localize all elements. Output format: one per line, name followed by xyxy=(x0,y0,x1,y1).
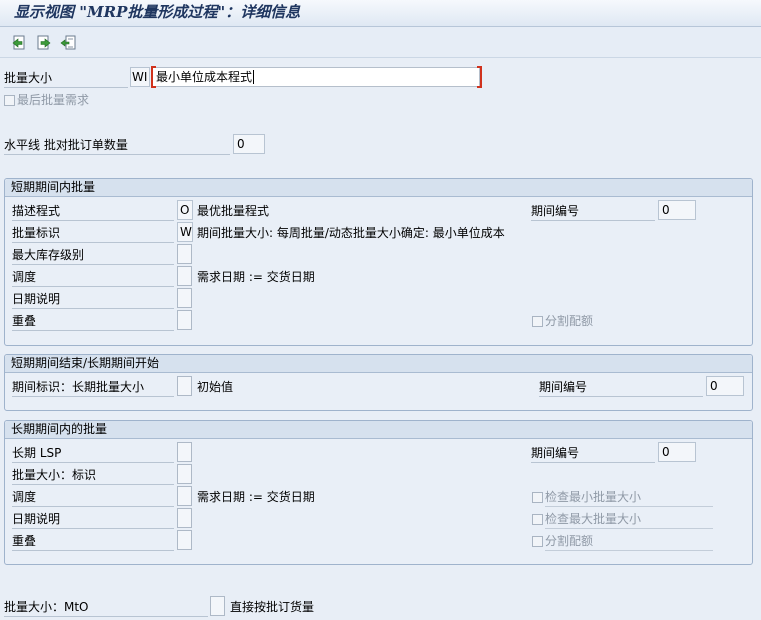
long-period-num-field[interactable]: 0 xyxy=(658,442,696,462)
long-scheduling-label: 调度 xyxy=(12,488,174,507)
next-entry-icon[interactable] xyxy=(34,33,54,53)
scheduling-field[interactable] xyxy=(177,266,192,286)
check-max-checkbox[interactable] xyxy=(532,514,543,525)
mto-field[interactable] xyxy=(210,596,225,616)
long-period-num-label: 期间编号 xyxy=(531,444,655,463)
period-num-label: 期间编号 xyxy=(531,202,655,221)
lot-ind-field[interactable] xyxy=(177,464,192,484)
transition-period-num-label: 期间编号 xyxy=(539,378,703,397)
check-min-checkbox[interactable] xyxy=(532,492,543,503)
check-max-label: 检查最大批量大小 xyxy=(545,510,713,529)
last-lot-label: 最后批量需求 xyxy=(17,93,90,107)
toolbar xyxy=(0,27,761,58)
previous-entry-icon[interactable] xyxy=(9,33,29,53)
overlap-label: 重叠 xyxy=(12,312,174,331)
indicator-label: 批量标识 xyxy=(12,224,174,243)
window-title: 显示视图 "MRP批量形成过程"：详细信息 xyxy=(14,3,301,21)
lot-size-text-field[interactable]: 最小单位成本程式 xyxy=(152,67,480,87)
other-entry-icon[interactable] xyxy=(58,33,78,53)
long-term-group-title: 长期期间内的批量 xyxy=(5,421,752,439)
long-date-spec-field[interactable] xyxy=(177,508,192,528)
date-spec-field[interactable] xyxy=(177,288,192,308)
proc-text: 最优批量程式 xyxy=(197,204,270,218)
long-scheduling-text: 需求日期 := 交货日期 xyxy=(197,490,315,504)
period-num-field[interactable]: 0 xyxy=(658,200,696,220)
transition-period-num-field[interactable]: 0 xyxy=(706,376,744,396)
initial-value-label: 初始值 xyxy=(197,380,234,394)
proc-field[interactable]: O xyxy=(177,200,193,220)
period-indicator-field[interactable] xyxy=(177,376,192,396)
direct-order-label: 直接按批订货量 xyxy=(230,600,315,614)
long-split-quota-checkbox[interactable] xyxy=(532,536,543,547)
horizon-value-field[interactable]: 0 xyxy=(233,134,265,154)
long-overlap-field[interactable] xyxy=(177,530,192,550)
lsp-field[interactable] xyxy=(177,442,192,462)
lot-size-code-field[interactable]: WI xyxy=(130,67,150,87)
period-indicator-label: 期间标识：长期批量大小 xyxy=(12,378,174,397)
long-overlap-label: 重叠 xyxy=(12,532,174,551)
horizon-label: 水平线 批对批订单数量 xyxy=(4,136,230,155)
scheduling-label: 调度 xyxy=(12,268,174,287)
proc-label: 描述程式 xyxy=(12,202,174,221)
max-stock-label: 最大库存级别 xyxy=(12,246,174,265)
short-term-group-title: 短期期间内批量 xyxy=(5,179,752,197)
focus-bracket-right xyxy=(477,66,482,88)
transition-group-title: 短期期间结束/长期期间开始 xyxy=(5,355,752,373)
lot-size-label: 批量大小 xyxy=(4,69,128,88)
max-stock-field[interactable] xyxy=(177,244,192,264)
focus-bracket-left xyxy=(151,66,156,88)
check-min-label: 检查最小批量大小 xyxy=(545,488,713,507)
date-spec-label: 日期说明 xyxy=(12,290,174,309)
long-scheduling-field[interactable] xyxy=(177,486,192,506)
split-quota-checkbox[interactable] xyxy=(532,316,543,327)
indicator-text: 期间批量大小: 每周批量/动态批量大小确定: 最小单位成本 xyxy=(197,226,505,240)
split-quota-label: 分割配额 xyxy=(545,314,594,328)
last-lot-checkbox[interactable] xyxy=(4,95,15,106)
long-date-spec-label: 日期说明 xyxy=(12,510,174,529)
lsp-label: 长期 LSP xyxy=(12,444,174,463)
overlap-field[interactable] xyxy=(177,310,192,330)
scheduling-text: 需求日期 := 交货日期 xyxy=(197,270,315,284)
lot-ind-label: 批量大小：标识 xyxy=(12,466,174,485)
mto-label: 批量大小：MtO xyxy=(4,598,208,617)
lot-size-text: 最小单位成本程式 xyxy=(156,70,253,84)
indicator-field[interactable]: W xyxy=(177,222,193,242)
long-split-quota-label: 分割配额 xyxy=(545,532,713,551)
